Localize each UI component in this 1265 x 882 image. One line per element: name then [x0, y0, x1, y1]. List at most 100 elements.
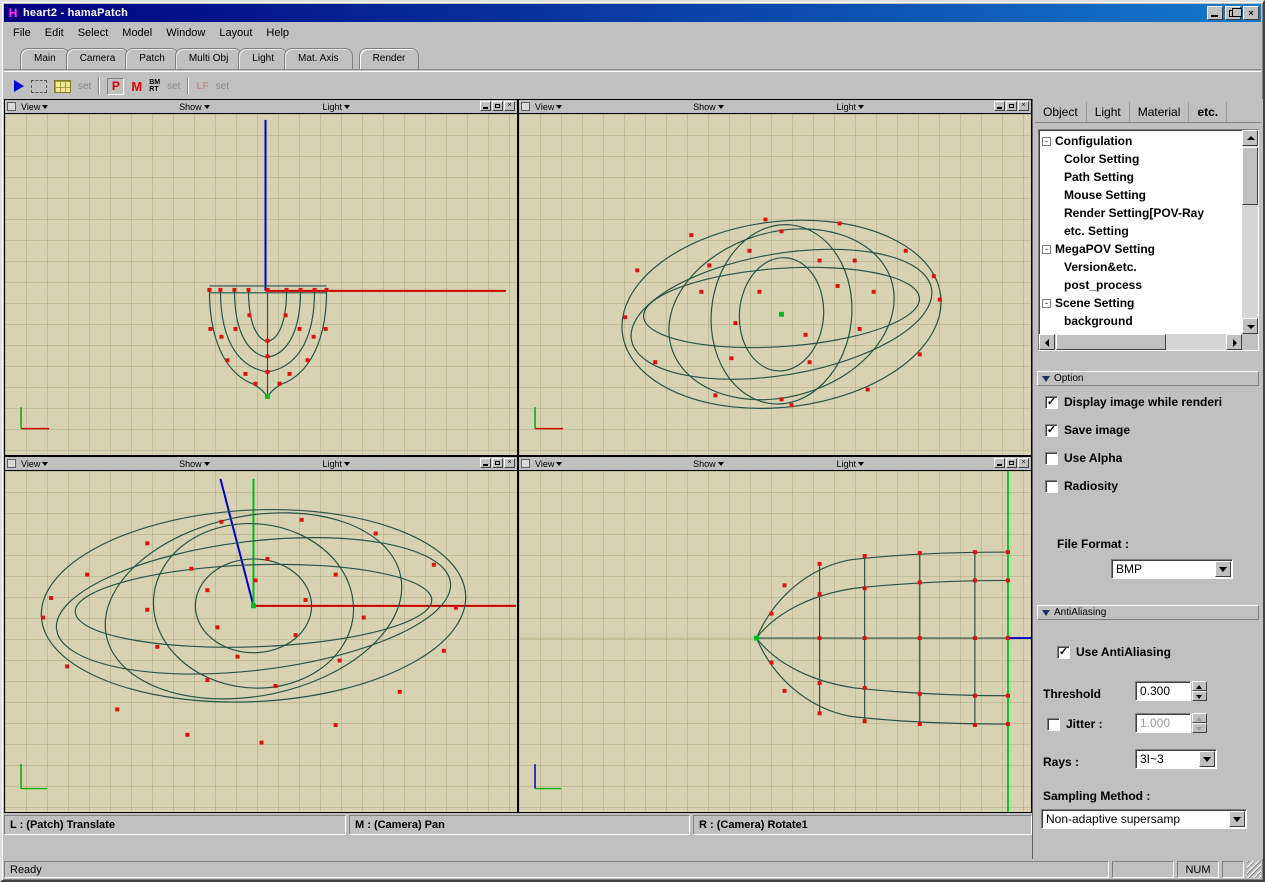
tab-light[interactable]: Light — [238, 48, 288, 69]
spin-up-icon[interactable] — [1192, 681, 1207, 691]
tree-item-megapov-setting[interactable]: -MegaPOV Setting — [1042, 240, 1241, 258]
viewport-minimize-button[interactable] — [480, 458, 491, 468]
view-menu[interactable]: View — [535, 457, 562, 470]
save-image-checkbox[interactable] — [1045, 424, 1058, 437]
tree-item-version-etc[interactable]: Version&etc. — [1042, 258, 1241, 276]
menu-window[interactable]: Window — [159, 25, 212, 41]
tree-item-render-setting[interactable]: Render Setting[POV-Ray — [1042, 204, 1241, 222]
viewport-minimize-button[interactable] — [480, 101, 491, 111]
viewport-maximize-button[interactable] — [1006, 458, 1017, 468]
tab-multi-obj[interactable]: Multi Obj — [175, 48, 242, 69]
tree-item-post-process[interactable]: post_process — [1042, 276, 1241, 294]
show-menu[interactable]: Show — [179, 100, 210, 113]
viewport-system-icon[interactable] — [521, 459, 530, 468]
viewport-side-canvas[interactable] — [519, 470, 1031, 812]
viewport-maximize-button[interactable] — [492, 458, 503, 468]
rays-dropdown[interactable]: 3I~3 — [1135, 749, 1217, 769]
close-button[interactable]: × — [1243, 6, 1259, 20]
viewport-maximize-button[interactable] — [1006, 101, 1017, 111]
viewport-front-canvas[interactable] — [5, 113, 517, 455]
jitter-checkbox[interactable] — [1047, 718, 1060, 731]
viewport-close-button[interactable]: × — [504, 458, 515, 468]
show-menu[interactable]: Show — [693, 100, 724, 113]
resize-grip[interactable] — [1247, 861, 1261, 878]
bmrt-button[interactable]: BMRT — [149, 79, 160, 93]
scroll-up-button[interactable] — [1242, 130, 1258, 146]
tree-item-color-setting[interactable]: Color Setting — [1042, 150, 1241, 168]
tree-item-scene-setting[interactable]: -Scene Setting — [1042, 294, 1241, 312]
dropdown-arrow-button[interactable] — [1229, 811, 1245, 827]
tree-item-background[interactable]: background — [1042, 312, 1241, 330]
tree-item-etc-setting[interactable]: etc. Setting — [1042, 222, 1241, 240]
panel-tab-material[interactable]: Material — [1130, 102, 1190, 122]
use-antialiasing-checkbox[interactable] — [1057, 646, 1070, 659]
antialiasing-section-header[interactable]: AntiAliasing — [1037, 605, 1259, 620]
show-menu[interactable]: Show — [179, 457, 210, 470]
viewport-close-button[interactable]: × — [1018, 458, 1029, 468]
scroll-thumb[interactable] — [1056, 334, 1166, 350]
menu-file[interactable]: File — [6, 25, 38, 41]
use-alpha-checkbox[interactable] — [1045, 452, 1058, 465]
menu-model[interactable]: Model — [115, 25, 159, 41]
minimize-button[interactable] — [1207, 6, 1223, 20]
dropdown-arrow-button[interactable] — [1215, 561, 1231, 577]
option-section-header[interactable]: Option — [1037, 371, 1259, 386]
threshold-input[interactable] — [1135, 681, 1191, 701]
marquee-select-icon[interactable] — [31, 80, 47, 93]
menu-help[interactable]: Help — [259, 25, 296, 41]
tab-camera[interactable]: Camera — [66, 48, 130, 69]
viewport-system-icon[interactable] — [521, 102, 530, 111]
render-play-icon[interactable] — [14, 80, 24, 92]
scroll-down-button[interactable] — [1242, 318, 1258, 334]
tree-item-mouse-setting[interactable]: Mouse Setting — [1042, 186, 1241, 204]
panel-tab-etc[interactable]: etc. — [1189, 102, 1227, 122]
light-menu[interactable]: Light — [836, 457, 864, 470]
lf-set-label[interactable]: set — [216, 81, 229, 92]
collapse-icon[interactable]: - — [1042, 137, 1051, 146]
tab-main[interactable]: Main — [20, 48, 70, 69]
menu-edit[interactable]: Edit — [38, 25, 71, 41]
scroll-left-button[interactable] — [1039, 334, 1055, 350]
tree-item-path-setting[interactable]: Path Setting — [1042, 168, 1241, 186]
menu-select[interactable]: Select — [71, 25, 116, 41]
collapse-icon[interactable]: - — [1042, 299, 1051, 308]
grid-set-label[interactable]: set — [78, 81, 91, 92]
threshold-spinner[interactable] — [1192, 681, 1207, 701]
display-image-checkbox[interactable] — [1045, 396, 1058, 409]
tab-render[interactable]: Render — [359, 48, 420, 69]
viewport-maximize-button[interactable] — [492, 101, 503, 111]
menu-layout[interactable]: Layout — [212, 25, 259, 41]
view-menu[interactable]: View — [21, 457, 48, 470]
view-menu[interactable]: View — [21, 100, 48, 113]
scroll-thumb[interactable] — [1242, 147, 1258, 205]
dropdown-arrow-button[interactable] — [1199, 751, 1215, 767]
tab-patch[interactable]: Patch — [125, 48, 179, 69]
viewport-system-icon[interactable] — [7, 102, 16, 111]
light-menu[interactable]: Light — [322, 100, 350, 113]
viewport-minimize-button[interactable] — [994, 101, 1005, 111]
tree-horizontal-scrollbar[interactable] — [1039, 334, 1242, 350]
panel-tab-light[interactable]: Light — [1087, 102, 1130, 122]
megapov-button[interactable]: M — [131, 79, 142, 94]
viewport-system-icon[interactable] — [7, 459, 16, 468]
light-menu[interactable]: Light — [322, 457, 350, 470]
viewport-close-button[interactable]: × — [504, 101, 515, 111]
view-menu[interactable]: View — [535, 100, 562, 113]
show-menu[interactable]: Show — [693, 457, 724, 470]
light-menu[interactable]: Light — [836, 100, 864, 113]
bmrt-set-label[interactable]: set — [167, 81, 180, 92]
lf-button[interactable]: LF — [196, 81, 208, 92]
sampling-method-dropdown[interactable]: Non-adaptive supersamp — [1041, 809, 1247, 829]
file-format-dropdown[interactable]: BMP — [1111, 559, 1233, 579]
viewport-close-button[interactable]: × — [1018, 101, 1029, 111]
tab-mat-axis[interactable]: Mat. Axis — [284, 48, 353, 69]
scroll-right-button[interactable] — [1226, 334, 1242, 350]
radiosity-checkbox[interactable] — [1045, 480, 1058, 493]
collapse-icon[interactable]: - — [1042, 245, 1051, 254]
tree-vertical-scrollbar[interactable] — [1242, 130, 1258, 334]
viewport-perspective-canvas[interactable] — [519, 113, 1031, 455]
panel-tab-object[interactable]: Object — [1035, 102, 1087, 122]
tree-item-include[interactable]: include — [1042, 330, 1241, 333]
render-grid-icon[interactable] — [54, 80, 71, 93]
povray-button[interactable]: P — [107, 78, 124, 95]
